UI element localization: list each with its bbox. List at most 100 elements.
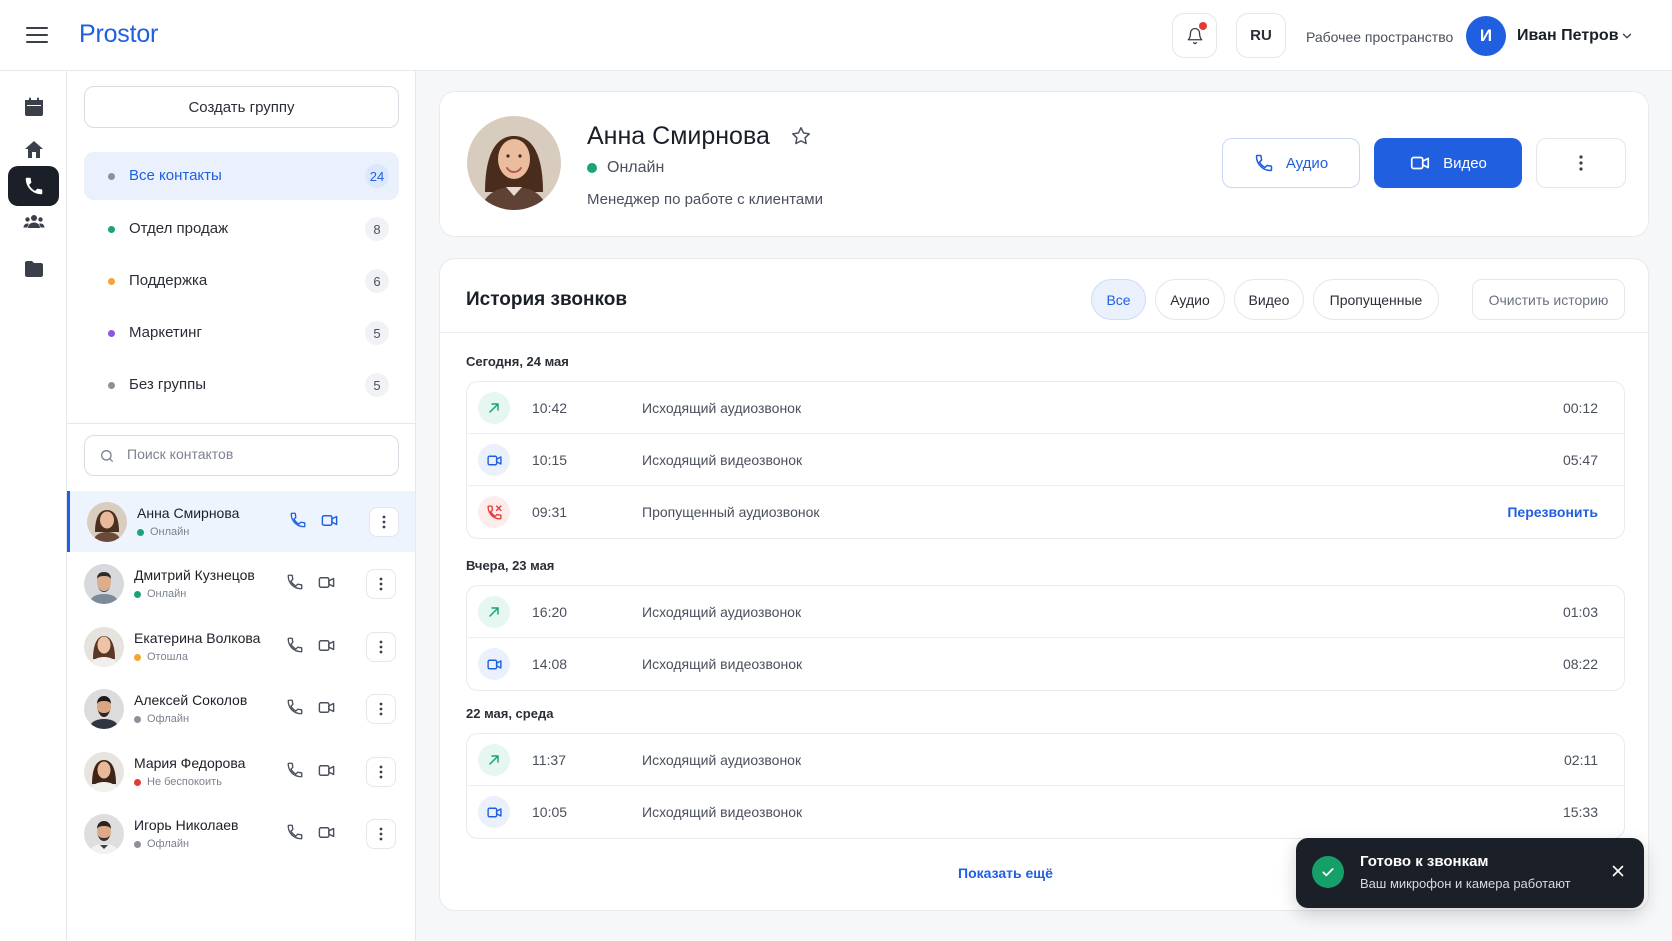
call-row[interactable]: 16:20 Исходящий аудиозвонок 01:03 [467,586,1624,638]
call-audio-icon[interactable] [286,573,304,591]
contact-avatar [84,752,124,792]
show-more-link[interactable]: Показать ещё [958,865,1053,881]
workspace-link[interactable]: Рабочее пространство [1306,29,1453,45]
contact-more-button[interactable] [366,569,396,599]
call-type: Исходящий видеозвонок [642,656,803,672]
contact-more-button[interactable] [366,819,396,849]
contact-status: Онлайн [137,526,189,538]
call-video-icon[interactable] [317,823,336,842]
call-row[interactable]: 10:42 Исходящий аудиозвонок 00:12 [467,382,1624,434]
rail-files[interactable] [8,249,59,289]
brand-logo[interactable]: Prostor [79,20,158,49]
call-type: Пропущенный аудиозвонок [642,504,820,520]
call-duration: 02:11 [1564,752,1598,768]
group-color-dot [108,173,115,180]
contact-item[interactable]: Алексей Соколов Офлайн [67,678,415,739]
call-audio-icon[interactable] [286,823,304,841]
search-box [84,435,399,476]
group-count: 5 [365,373,389,397]
call-audio-icon[interactable] [286,636,304,654]
filter-audio[interactable]: Аудио [1155,279,1225,320]
contact-more-button[interactable] [366,694,396,724]
notifications-button[interactable] [1172,13,1217,58]
group-color-dot [108,226,115,233]
group-label: Маркетинг [129,324,202,341]
group-sales[interactable]: Отдел продаж 8 [84,205,399,253]
group-label: Все контакты [129,167,222,184]
group-marketing[interactable]: Маркетинг 5 [84,309,399,357]
star-icon[interactable] [790,125,812,147]
contact-item[interactable]: Игорь Николаев Офлайн [67,803,415,864]
call-row[interactable]: 10:05 Исходящий видеозвонок 15:33 [467,786,1624,838]
menu-icon[interactable] [26,26,48,44]
more-vertical-icon [382,515,386,529]
ready-toast: Готово к звонкам Ваш микрофон и камера р… [1296,838,1644,908]
contacts-panel: Создать группу Все контакты 24 Отдел про… [67,71,416,941]
contact-more-button[interactable] [369,507,399,537]
call-back-link[interactable]: Перезвонить [1507,504,1598,520]
rail-groups[interactable] [8,202,59,242]
group-count: 8 [365,217,389,241]
call-day-group: 11:37 Исходящий аудиозвонок 02:11 10:05 … [466,733,1625,839]
contact-avatar [84,814,124,854]
profile-more-button[interactable] [1536,138,1626,188]
call-row[interactable]: 09:31 Пропущенный аудиозвонок Перезвонит… [467,486,1624,538]
contact-item[interactable]: Анна Смирнова Онлайн [67,491,415,552]
call-type: Исходящий аудиозвонок [642,604,802,620]
filter-all[interactable]: Все [1091,279,1146,320]
clear-history-button[interactable]: Очистить историю [1472,279,1625,320]
filter-missed[interactable]: Пропущенные [1313,279,1439,320]
call-row[interactable]: 14:08 Исходящий видеозвонок 08:22 [467,638,1624,690]
rail-home[interactable] [8,130,59,170]
toast-title: Готово к звонкам [1360,853,1489,870]
call-video-icon[interactable] [317,636,336,655]
rail-calls[interactable] [8,166,59,206]
search-input[interactable] [127,446,387,462]
language-button[interactable]: RU [1236,13,1286,58]
group-color-dot [108,278,115,285]
call-video-icon[interactable] [317,573,336,592]
call-audio-icon[interactable] [286,698,304,716]
chevron-down-icon[interactable] [1620,29,1634,43]
call-row[interactable]: 10:15 Исходящий видеозвонок 05:47 [467,434,1624,486]
contact-avatar [84,627,124,667]
group-support[interactable]: Поддержка 6 [84,257,399,305]
contact-more-button[interactable] [366,757,396,787]
user-name[interactable]: Иван Петров [1517,27,1619,45]
call-video-icon[interactable] [317,761,336,780]
profile-card: Анна Смирнова Онлайн Менеджер по работе … [439,91,1649,237]
call-time: 16:20 [532,604,568,620]
audio-call-button[interactable]: Аудио [1222,138,1360,188]
group-color-dot [108,330,115,337]
call-row[interactable]: 11:37 Исходящий аудиозвонок 02:11 [467,734,1624,786]
call-time: 10:15 [532,452,568,468]
history-title: История звонков [466,289,628,310]
rail-calendar[interactable] [8,87,59,127]
contact-item[interactable]: Екатерина Волкова Отошла [67,616,415,677]
close-icon[interactable] [1609,862,1627,880]
home-icon [24,141,43,158]
more-vertical-icon [379,640,383,654]
group-all-contacts[interactable]: Все контакты 24 [84,152,399,200]
user-avatar[interactable]: И [1466,16,1506,56]
call-audio-icon[interactable] [289,511,307,529]
call-video-icon[interactable] [317,698,336,717]
phone-icon [25,177,42,195]
more-vertical-icon [379,702,383,716]
video-call-button[interactable]: Видео [1374,138,1522,188]
contact-item[interactable]: Мария Федорова Не беспокоить [67,741,415,802]
contact-item[interactable]: Дмитрий Кузнецов Онлайн [67,553,415,614]
profile-status: Онлайн [587,159,664,177]
call-time: 14:08 [532,656,568,672]
video-call-icon [478,796,510,828]
group-label: Поддержка [129,272,208,289]
filter-video[interactable]: Видео [1234,279,1304,320]
call-audio-icon[interactable] [286,761,304,779]
group-no-group[interactable]: Без группы 5 [84,361,399,409]
group-color-dot [108,382,115,389]
contact-name: Дмитрий Кузнецов [134,567,255,583]
call-video-icon[interactable] [320,511,339,530]
contact-more-button[interactable] [366,632,396,662]
create-group-button[interactable]: Создать группу [84,86,399,128]
contact-status: Отошла [134,651,188,663]
